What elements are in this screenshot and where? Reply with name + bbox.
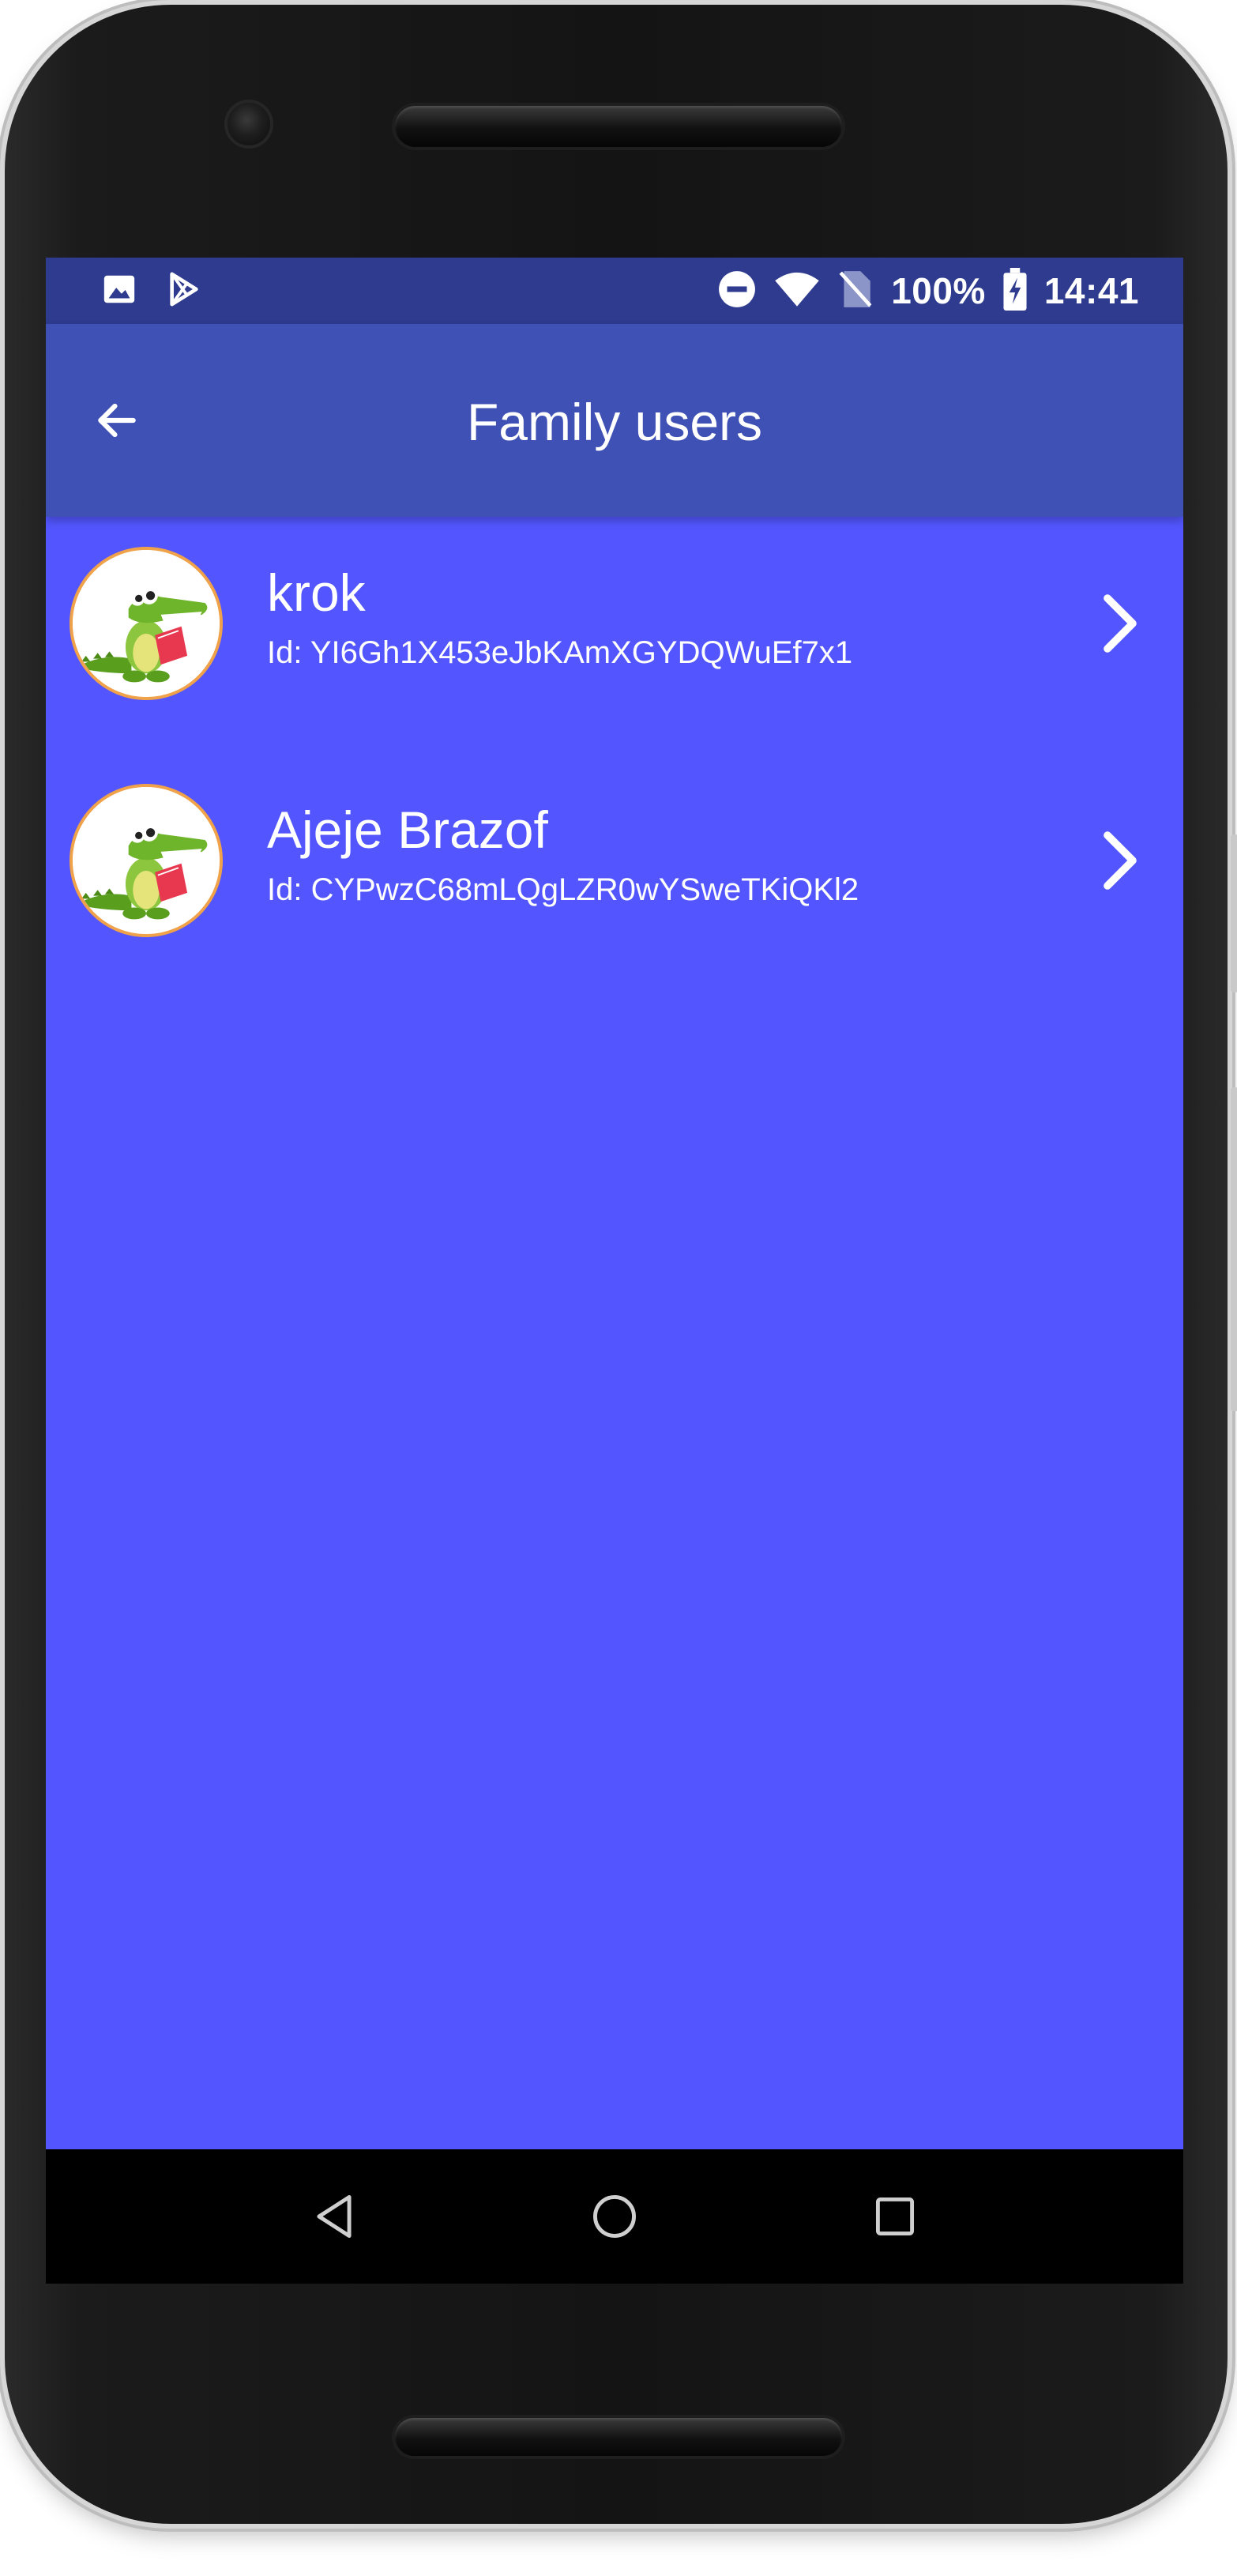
user-name: Ajeje Brazof <box>267 800 548 859</box>
nav-back-button[interactable] <box>299 2181 370 2252</box>
bottom-speaker <box>395 2418 842 2456</box>
no-sim-icon <box>837 269 874 313</box>
chevron-right-icon[interactable] <box>1088 588 1152 659</box>
crocodile-avatar-icon <box>73 787 220 934</box>
user-list: krok Id: YI6Gh1X453eJbKAmXGYDQWuEf7x1 Aj… <box>46 517 1183 991</box>
volume-button[interactable] <box>1231 1087 1237 1411</box>
battery-percent: 100% <box>891 270 986 311</box>
avatar <box>73 787 220 934</box>
user-name: krok <box>267 563 366 622</box>
user-id: Id: CYPwzC68mLQgLZR0wYSweTKiQKl2 <box>267 872 859 907</box>
status-bar: 100% 14:41 <box>46 258 1183 324</box>
wifi-icon <box>774 269 820 313</box>
clock: 14:41 <box>1043 270 1139 311</box>
battery-charging-icon <box>1003 267 1027 314</box>
user-id: Id: YI6Gh1X453eJbKAmXGYDQWuEf7x1 <box>267 635 853 670</box>
navigation-bar <box>46 2149 1183 2284</box>
app-bar: Family users <box>46 324 1183 517</box>
image-icon <box>101 271 137 311</box>
chevron-right-icon[interactable] <box>1088 825 1152 896</box>
avatar <box>73 550 220 697</box>
play-store-icon <box>166 271 202 311</box>
crocodile-avatar-icon <box>73 550 220 697</box>
home-circle-icon <box>593 2195 636 2238</box>
do-not-disturb-icon <box>717 269 757 313</box>
nav-home-button[interactable] <box>579 2181 650 2252</box>
back-triangle-icon <box>317 2195 352 2238</box>
earpiece-speaker <box>395 106 842 147</box>
front-camera <box>227 103 270 145</box>
user-list-item[interactable]: Ajeje Brazof Id: CYPwzC68mLQgLZR0wYSweTK… <box>46 754 1183 991</box>
recents-square-icon <box>875 2197 915 2236</box>
power-button[interactable] <box>1231 834 1237 992</box>
screen: 100% 14:41 Family users krok Id: YI6Gh1X… <box>46 258 1183 2284</box>
page-title: Family users <box>466 393 763 451</box>
user-list-item[interactable]: krok Id: YI6Gh1X453eJbKAmXGYDQWuEf7x1 <box>46 517 1183 754</box>
nav-recents-button[interactable] <box>859 2181 931 2252</box>
